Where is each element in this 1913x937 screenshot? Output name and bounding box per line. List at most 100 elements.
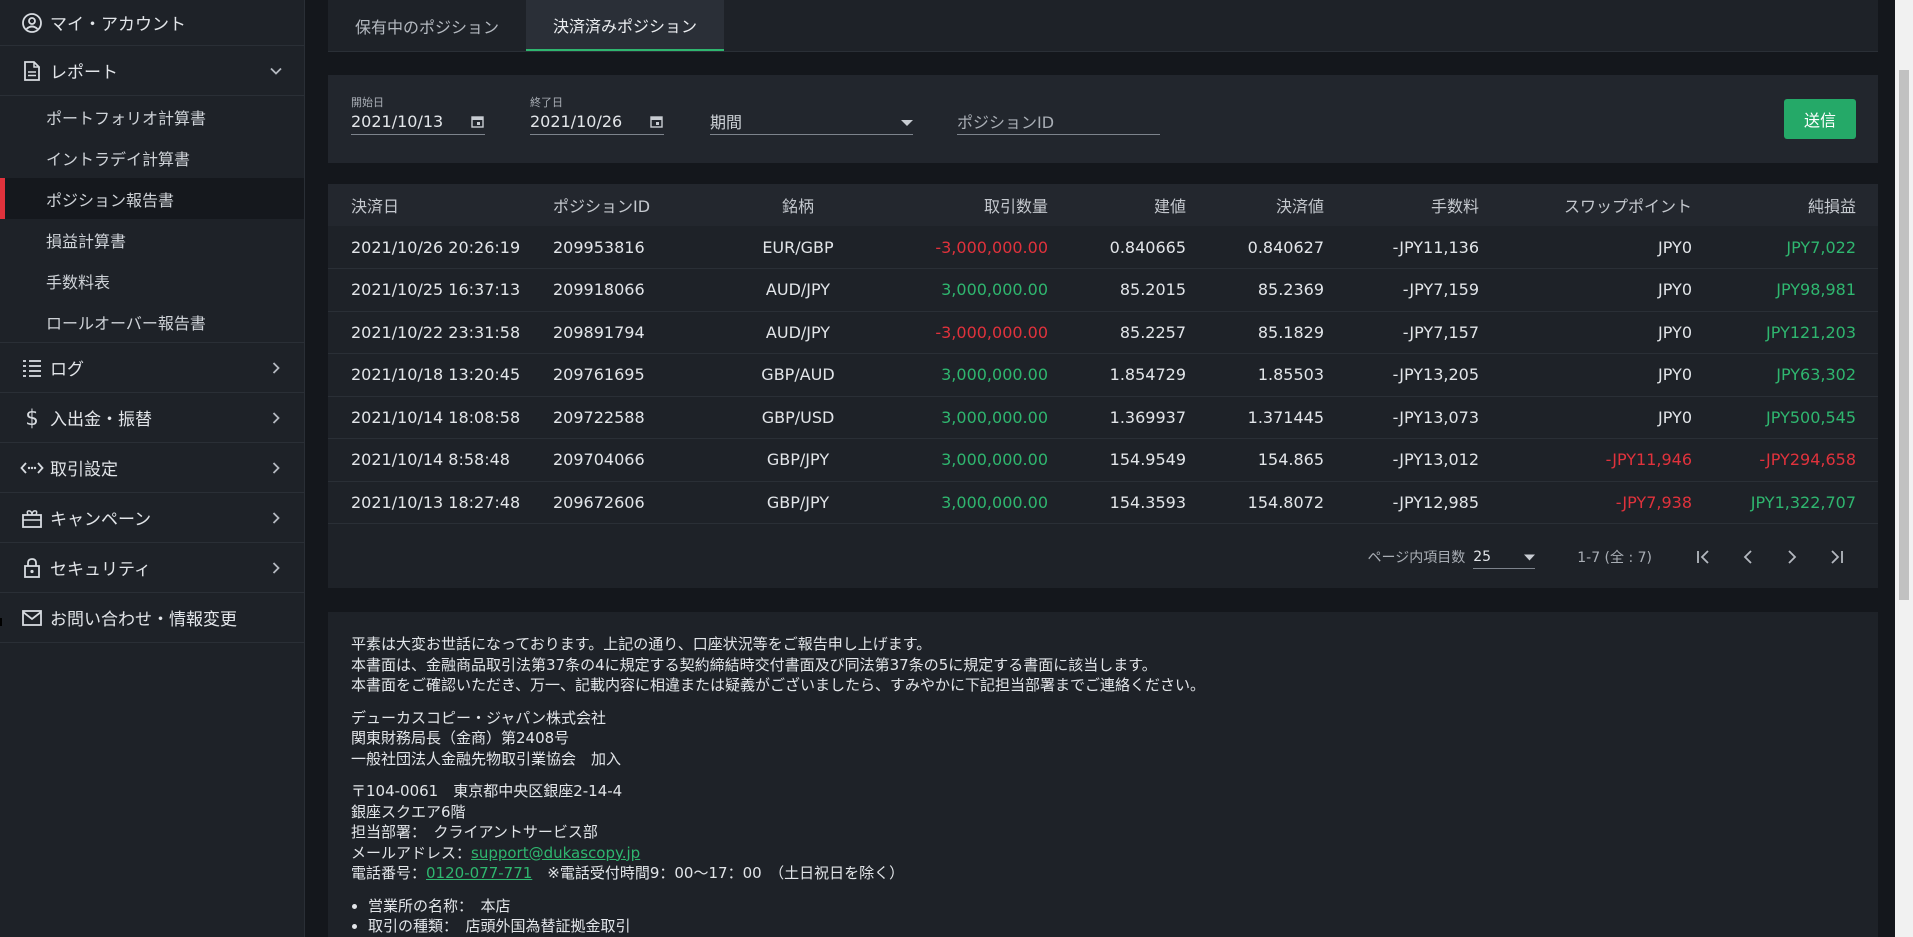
phone-link[interactable]: 0120-077-771 bbox=[426, 864, 532, 882]
calendar-icon[interactable] bbox=[469, 113, 485, 129]
sidebar-item-campaign[interactable]: キャンペーン bbox=[0, 493, 304, 543]
document-icon bbox=[20, 59, 44, 83]
submenu-label: ポートフォリオ計算書 bbox=[46, 108, 207, 128]
mail-icon bbox=[20, 606, 44, 630]
cell-commission: -JPY12,985 bbox=[1392, 492, 1479, 512]
cell-open-price: 85.2257 bbox=[1119, 322, 1186, 342]
account-icon bbox=[20, 11, 44, 35]
sidebar-item-log[interactable]: ログ bbox=[0, 343, 304, 393]
cell-instrument: GBP/USD bbox=[761, 407, 835, 427]
cell-instrument: AUD/JPY bbox=[765, 280, 831, 300]
main-content: 保有中のポジション 決済済みポジション 開始日 2021/10/13 終了日 2… bbox=[328, 0, 1878, 937]
sidebar-item-trade-settings[interactable]: 取引設定 bbox=[0, 443, 304, 493]
table-row[interactable]: 2021/10/26 20:26:19 209953816 EUR/GBP -3… bbox=[328, 226, 1878, 269]
cell-open-price: 154.3593 bbox=[1109, 492, 1186, 512]
log-list-icon bbox=[20, 356, 44, 380]
sidebar-item-report[interactable]: レポート bbox=[0, 46, 304, 96]
calendar-icon[interactable] bbox=[648, 113, 664, 129]
table-row[interactable]: 2021/10/14 8:58:48 209704066 GBP/JPY 3,0… bbox=[328, 439, 1878, 481]
cell-amount: -3,000,000.00 bbox=[935, 237, 1048, 257]
sidebar-item-label: マイ・アカウント bbox=[50, 15, 186, 35]
cell-instrument: GBP/JPY bbox=[766, 492, 830, 512]
address-line: 銀座スクエア6階 bbox=[351, 802, 466, 821]
cell-close-price: 0.840627 bbox=[1247, 237, 1324, 257]
contact-info: 〒104-0061 東京都中央区銀座2-14-4 銀座スクエア6階 担当部署： … bbox=[351, 781, 1855, 884]
closed-positions-table: 決済日 ポジションID 銘柄 取引数量 建値 決済値 手数料 スワップポイント … bbox=[328, 184, 1878, 588]
tab-open-positions[interactable]: 保有中のポジション bbox=[328, 0, 526, 51]
cell-swap: JPY0 bbox=[1658, 407, 1692, 427]
cell-amount: 3,000,000.00 bbox=[941, 365, 1048, 385]
cell-position-id: 209761695 bbox=[553, 365, 645, 385]
prev-page-icon[interactable] bbox=[1726, 549, 1770, 565]
table-row[interactable]: 2021/10/22 23:31:58 209891794 AUD/JPY -3… bbox=[328, 311, 1878, 354]
cell-swap: -JPY11,946 bbox=[1605, 450, 1692, 470]
col-header-open-price[interactable]: 建値 bbox=[1048, 184, 1186, 226]
submenu-label: ロールオーバー報告書 bbox=[46, 313, 206, 333]
edge-marker bbox=[0, 618, 2, 626]
sidebar-item-label: レポート bbox=[50, 63, 118, 83]
sidebar-item-label: キャンペーン bbox=[50, 510, 152, 530]
company-name: デューカスコピー・ジャパン株式会社 bbox=[351, 708, 607, 727]
cell-close-date: 2021/10/22 23:31:58 bbox=[351, 322, 521, 342]
last-page-icon[interactable] bbox=[1814, 549, 1858, 565]
chevron-right-icon bbox=[266, 558, 286, 578]
cell-net-pl: JPY63,302 bbox=[1776, 365, 1856, 385]
submenu-label: 手数料表 bbox=[46, 272, 111, 292]
end-date-field[interactable]: 終了日 2021/10/26 bbox=[530, 94, 664, 135]
start-date-field[interactable]: 開始日 2021/10/13 bbox=[351, 94, 485, 135]
submenu-item-fees[interactable]: 手数料表 bbox=[0, 260, 304, 301]
cell-position-id: 209953816 bbox=[553, 237, 645, 257]
col-header-commission[interactable]: 手数料 bbox=[1324, 184, 1479, 226]
page-scrollbar[interactable] bbox=[1895, 0, 1913, 937]
col-header-instrument[interactable]: 銘柄 bbox=[723, 184, 873, 226]
cell-commission: -JPY7,157 bbox=[1402, 322, 1479, 342]
sidebar-item-label: セキュリティ bbox=[50, 560, 151, 580]
col-header-close-date[interactable]: 決済日 bbox=[328, 184, 553, 226]
position-id-input[interactable]: ポジションID bbox=[957, 94, 1160, 135]
col-header-position-id[interactable]: ポジションID bbox=[553, 184, 723, 226]
table-row[interactable]: 2021/10/25 16:37:13 209918066 AUD/JPY 3,… bbox=[328, 269, 1878, 311]
sidebar-item-label: 取引設定 bbox=[50, 460, 118, 480]
chevron-right-icon bbox=[266, 408, 286, 428]
scrollbar-thumb[interactable] bbox=[1899, 70, 1909, 600]
sidebar-item-label: ログ bbox=[50, 360, 84, 380]
position-tabs: 保有中のポジション 決済済みポジション bbox=[328, 0, 1878, 52]
tab-closed-positions[interactable]: 決済済みポジション bbox=[526, 0, 725, 51]
table-row[interactable]: 2021/10/13 18:27:48 209672606 GBP/JPY 3,… bbox=[328, 481, 1878, 524]
submenu-item-position-report[interactable]: ポジション報告書 bbox=[0, 178, 304, 219]
start-date-label: 開始日 bbox=[351, 96, 384, 109]
cell-close-price: 1.85503 bbox=[1257, 365, 1324, 385]
col-header-amount[interactable]: 取引数量 bbox=[873, 184, 1048, 226]
cell-net-pl: -JPY294,658 bbox=[1759, 450, 1856, 470]
notice-line: 平素は大変お世話になっております。上記の通り、口座状況等をご報告申し上げます。 bbox=[351, 635, 932, 653]
pagination: ページ内項目数 25 1-7 (全 : 7) bbox=[328, 526, 1878, 588]
cell-position-id: 209704066 bbox=[553, 450, 645, 470]
col-header-net-pl[interactable]: 純損益 bbox=[1692, 184, 1878, 226]
submenu-item-intraday[interactable]: イントラデイ計算書 bbox=[0, 137, 304, 178]
next-page-icon[interactable] bbox=[1770, 549, 1814, 565]
end-date-value: 2021/10/26 bbox=[530, 111, 623, 131]
sidebar-item-deposit[interactable]: $ 入出金・振替 bbox=[0, 393, 304, 443]
submenu-item-profit-loss[interactable]: 損益計算書 bbox=[0, 219, 304, 260]
sidebar-item-security[interactable]: セキュリティ bbox=[0, 543, 304, 593]
business-details: 営業所の名称： 本店 取引の種類： 店頭外国為替証拠金取引 bbox=[368, 896, 1855, 937]
submenu-item-rollover[interactable]: ロールオーバー報告書 bbox=[0, 301, 304, 342]
per-page-select[interactable]: 25 bbox=[1473, 545, 1536, 569]
cell-close-date: 2021/10/13 18:27:48 bbox=[351, 492, 521, 512]
table-row[interactable]: 2021/10/18 13:20:45 209761695 GBP/AUD 3,… bbox=[328, 354, 1878, 396]
cell-instrument: GBP/AUD bbox=[761, 365, 835, 385]
period-select[interactable]: 期間 bbox=[710, 94, 913, 135]
support-email-link[interactable]: support@dukascopy.jp bbox=[471, 844, 640, 862]
submenu-item-portfolio[interactable]: ポートフォリオ計算書 bbox=[0, 96, 304, 137]
notice-line: 本書面は、金融商品取引法第37条の4に規定する契約締結時交付書面及び同法第37条… bbox=[351, 655, 1157, 674]
mail-label: メールアドレス： bbox=[351, 843, 472, 862]
col-header-close-price[interactable]: 決済値 bbox=[1186, 184, 1324, 226]
col-header-swap[interactable]: スワップポイント bbox=[1479, 184, 1692, 226]
first-page-icon[interactable] bbox=[1682, 549, 1726, 565]
sidebar-item-my-account[interactable]: マイ・アカウント bbox=[0, 0, 304, 46]
lock-icon bbox=[20, 556, 44, 580]
cell-commission: -JPY11,136 bbox=[1392, 237, 1479, 257]
sidebar-item-contact[interactable]: お問い合わせ・情報変更 bbox=[0, 593, 304, 643]
send-button[interactable]: 送信 bbox=[1784, 99, 1856, 139]
table-row[interactable]: 2021/10/14 18:08:58 209722588 GBP/USD 3,… bbox=[328, 396, 1878, 439]
